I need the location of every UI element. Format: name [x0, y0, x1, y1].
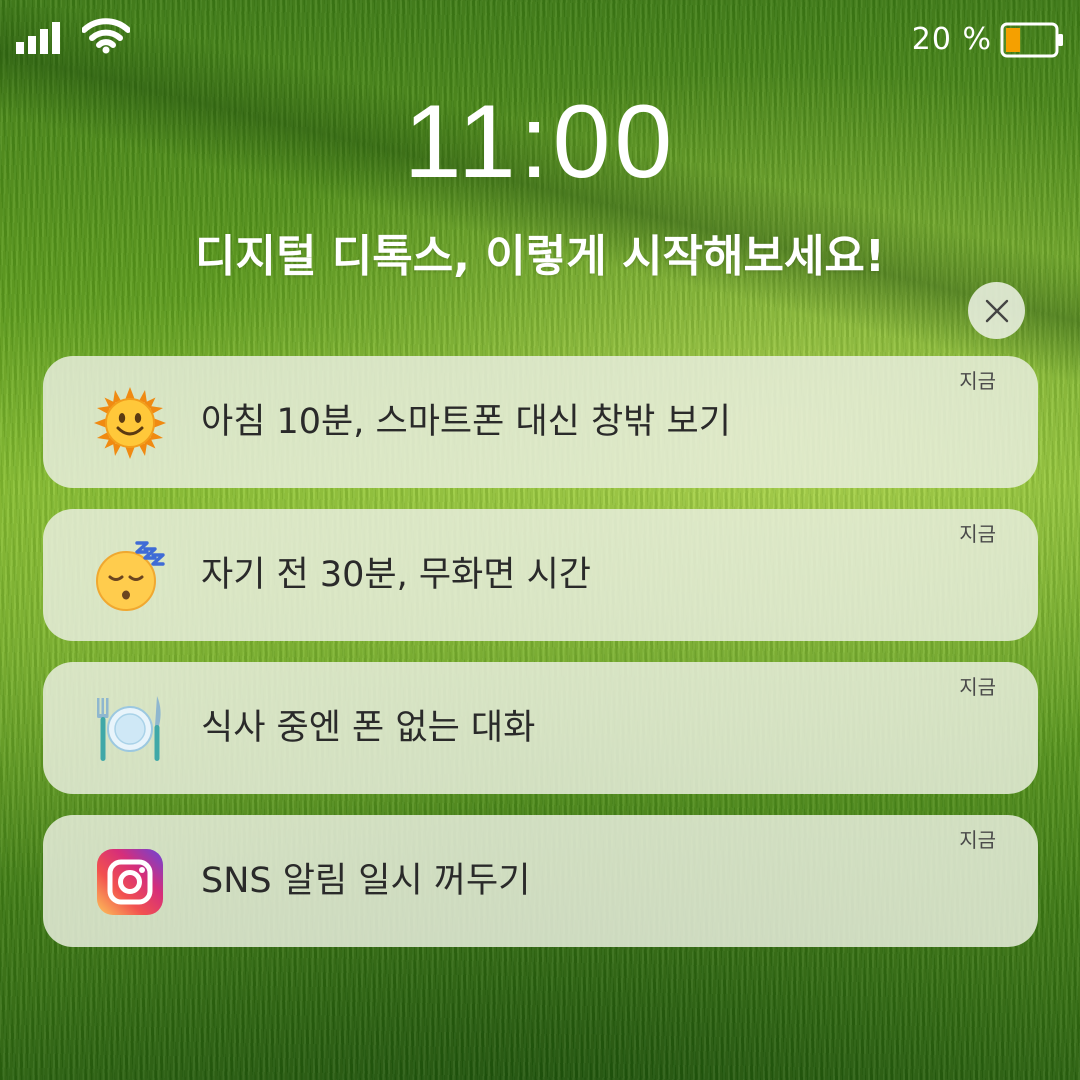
- notification-time: 지금: [959, 675, 996, 699]
- clear-notifications-button[interactable]: [968, 282, 1025, 339]
- notification-text: 아침 10분, 스마트폰 대신 창밖 보기: [201, 402, 731, 442]
- notification-text: SNS 알림 일시 꺼두기: [201, 861, 531, 901]
- notification-morning-window[interactable]: 아침 10분, 스마트폰 대신 창밖 보기 지금: [43, 356, 1038, 488]
- lock-screen-headline: 디지털 디톡스, 이렇게 시작해보세요!: [195, 231, 885, 282]
- battery-percentage: 20 %: [911, 22, 992, 57]
- close-icon: [985, 299, 1008, 322]
- sleeping-face-icon: [96, 541, 165, 611]
- notification-phone-free-meal[interactable]: 식사 중엔 폰 없는 대화 지금: [43, 662, 1038, 794]
- battery-icon: [1000, 22, 1063, 58]
- instagram-icon: [97, 849, 163, 915]
- notification-time: 지금: [959, 369, 996, 393]
- notification-sns-mute[interactable]: SNS 알림 일시 꺼두기 지금: [43, 815, 1038, 947]
- notification-time: 지금: [959, 828, 996, 852]
- notification-text: 자기 전 30분, 무화면 시간: [201, 555, 591, 595]
- sun-face-icon: [94, 387, 166, 459]
- status-bar: 20 %: [0, 0, 1080, 80]
- notification-text: 식사 중엔 폰 없는 대화: [201, 708, 536, 748]
- lock-screen-time: 11:00: [403, 84, 677, 200]
- battery-fill: [1006, 28, 1021, 52]
- plate-fork-knife-icon: [97, 696, 161, 761]
- cellular-signal-icon: [16, 22, 60, 54]
- wifi-icon: [82, 18, 130, 54]
- notification-screen-free-bedtime[interactable]: 자기 전 30분, 무화면 시간 지금: [43, 509, 1038, 641]
- notification-time: 지금: [959, 522, 996, 546]
